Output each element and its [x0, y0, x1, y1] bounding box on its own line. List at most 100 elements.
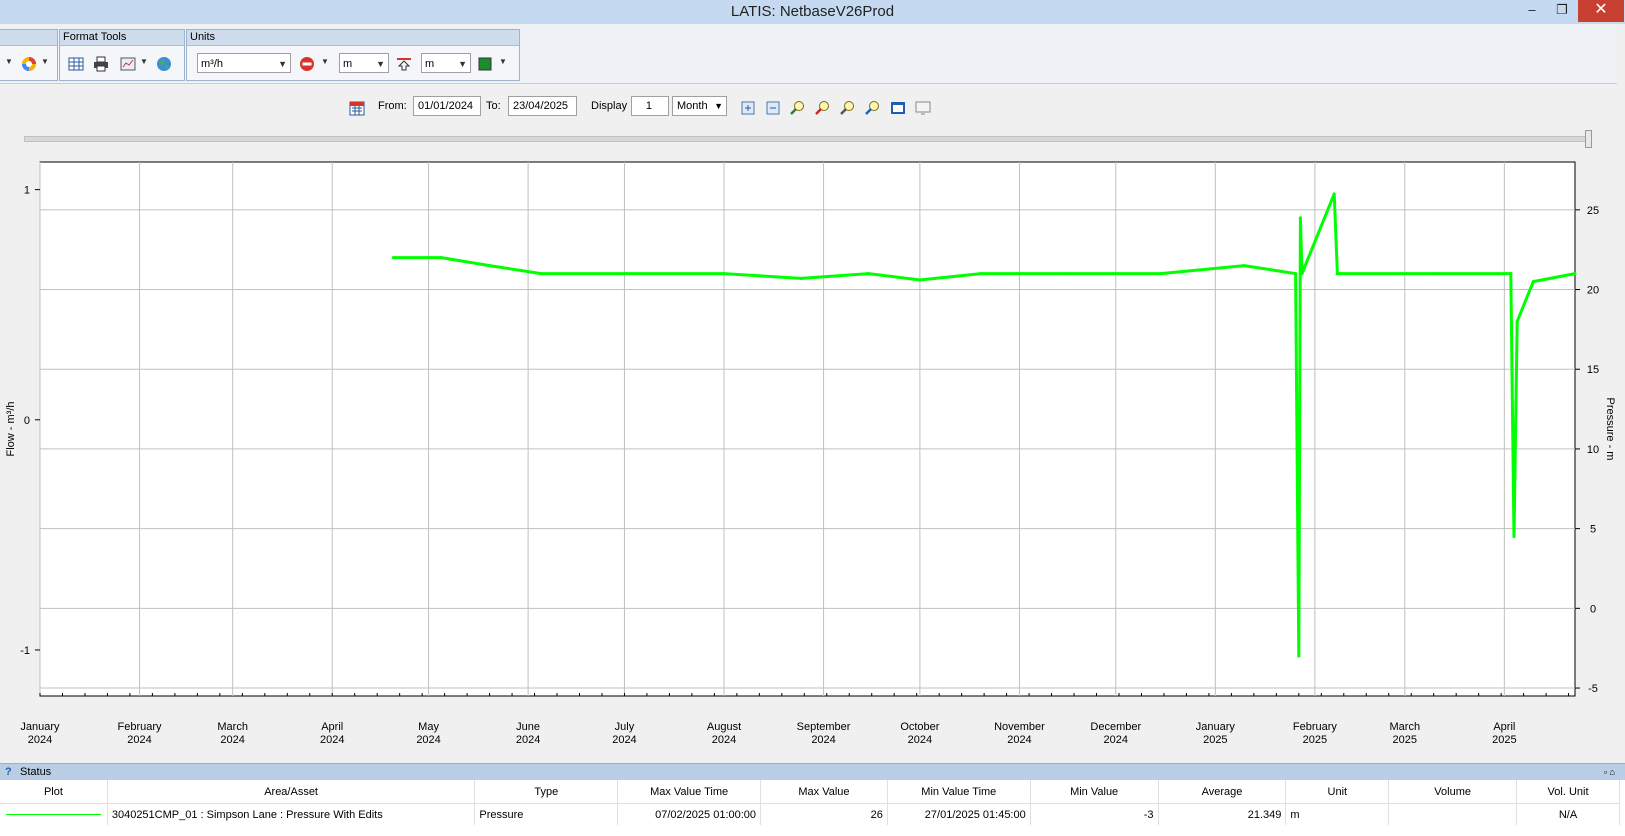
col-min-value-time[interactable]: Min Value Time: [887, 780, 1031, 804]
pressure-chart: January2024February2024March2024April202…: [5, 161, 1616, 746]
pressure-data-point: [1531, 280, 1535, 284]
zoom-in-icon[interactable]: [790, 100, 806, 116]
time-scroll-track[interactable]: [24, 136, 1588, 142]
x-tick-label-year: 2024: [320, 734, 344, 746]
x-tick-label-month: March: [217, 721, 248, 733]
x-tick-label-year: 2025: [1303, 734, 1327, 746]
min-value-cell: -3: [1030, 803, 1159, 825]
zoom-fit-icon[interactable]: [865, 100, 881, 116]
right-axis-tick-label: 10: [1587, 444, 1599, 456]
time-scroll-handle[interactable]: [1585, 130, 1592, 148]
format-tools-label: Format Tools: [60, 30, 184, 46]
col-max-value-time[interactable]: Max Value Time: [617, 780, 762, 804]
display-count-stepper[interactable]: 1: [631, 96, 669, 116]
col-type[interactable]: Type: [474, 780, 619, 804]
x-tick-label-year: 2024: [1007, 734, 1031, 746]
dropdown-arrow-icon[interactable]: ▼: [41, 57, 49, 66]
plot-swatch: [0, 803, 108, 825]
dropdown-arrow-icon[interactable]: ▼: [5, 57, 13, 66]
status-table: Plot Area/Asset Type Max Value Time Max …: [0, 780, 1620, 825]
flow-unit-select[interactable]: m³/h ▼: [197, 53, 291, 73]
left-axis-tick-label: -1: [20, 645, 30, 657]
calendar-icon[interactable]: [349, 100, 365, 116]
dropdown-arrow-icon[interactable]: ▼: [140, 57, 148, 66]
close-button[interactable]: ✕: [1578, 0, 1624, 22]
from-date-input[interactable]: 01/01/2024: [413, 96, 481, 116]
pressure-unit-value: m: [343, 58, 353, 70]
x-tick-label-month: August: [707, 721, 741, 733]
import-icon[interactable]: [765, 100, 781, 116]
chart-area: January 2024 February 2024 March 2024 April 202…: [0, 155, 1625, 760]
left-axis-tick-label: 0: [24, 415, 30, 427]
dropdown-arrow-icon[interactable]: ▼: [499, 57, 507, 66]
col-area-asset[interactable]: Area/Asset: [107, 780, 476, 804]
globe-icon[interactable]: [156, 56, 172, 72]
pressure-data-point: [622, 272, 626, 276]
to-date-input[interactable]: 23/04/2025: [508, 96, 577, 116]
window-view-icon[interactable]: [890, 100, 906, 116]
x-tick-label-month: April: [1493, 721, 1515, 733]
display-count-value: 1: [645, 100, 652, 112]
table-row[interactable]: 3040251CMP_01 : Simpson Lane : Pressure …: [0, 803, 1620, 825]
level-icon[interactable]: [396, 56, 412, 72]
pressure-data-point: [1242, 264, 1246, 268]
from-label: From:: [378, 100, 407, 112]
x-tick-label-year: 2025: [1492, 734, 1516, 746]
zoom-icon[interactable]: [840, 100, 856, 116]
col-max-value[interactable]: Max Value: [760, 780, 888, 804]
flow-unit-value: m³/h: [201, 58, 223, 70]
chevron-down-icon: ▼: [458, 59, 467, 69]
x-tick-label-year: 2024: [908, 734, 932, 746]
pin-icon[interactable]: ▫ ⌂: [1604, 764, 1615, 780]
x-tick-label-year: 2024: [127, 734, 151, 746]
color-wheel-icon[interactable]: [21, 56, 37, 72]
pressure-data-point: [1573, 272, 1577, 276]
asset-cell: 3040251CMP_01 : Simpson Lane : Pressure …: [107, 803, 476, 825]
help-icon[interactable]: ?: [5, 764, 12, 780]
x-tick-label-month: February: [1293, 721, 1338, 733]
x-tick-label-year: 2025: [1393, 734, 1417, 746]
table-grid-icon[interactable]: [68, 56, 84, 72]
screen-icon[interactable]: [915, 100, 931, 116]
pressure-data-point: [539, 272, 543, 276]
pressure-data-point: [1062, 272, 1066, 276]
no-entry-icon[interactable]: [299, 56, 315, 72]
dropdown-arrow-icon[interactable]: ▼: [321, 57, 329, 66]
pressure-data-point: [439, 256, 443, 260]
fill-color-icon[interactable]: [477, 56, 493, 72]
window-title: LATIS: NetbaseV26Prod: [730, 3, 895, 20]
x-tick-label-month: June: [516, 721, 540, 733]
zoom-out-icon[interactable]: [815, 100, 831, 116]
left-axis-tick-label: 1: [24, 185, 30, 197]
x-tick-label-year: 2024: [612, 734, 636, 746]
col-plot[interactable]: Plot: [0, 780, 108, 804]
ribbon-group-partial: ▼ ▼: [0, 29, 58, 81]
max-time-cell: 07/02/2025 01:00:00: [617, 803, 762, 825]
col-volume[interactable]: Volume: [1388, 780, 1518, 804]
plot-area: [39, 161, 1576, 697]
right-axis-tick-label: 15: [1587, 364, 1599, 376]
export-icon[interactable]: [740, 100, 756, 116]
status-panel: ? Status ▫ ⌂ Plot Area/Asset Type Max Va…: [0, 763, 1625, 836]
x-tick-label-month: April: [321, 721, 343, 733]
units-label: Units: [187, 30, 519, 46]
chart-settings-icon[interactable]: [120, 56, 136, 72]
min-time-cell: 27/01/2025 01:45:00: [887, 803, 1031, 825]
minimize-button[interactable]: –: [1515, 0, 1549, 22]
col-unit[interactable]: Unit: [1285, 780, 1390, 804]
level-unit-select[interactable]: m ▼: [421, 53, 471, 73]
restore-button[interactable]: ❐: [1545, 0, 1579, 22]
x-tick-label-year: 2024: [712, 734, 736, 746]
pressure-data-point: [1332, 192, 1336, 196]
period-select[interactable]: Month ▼: [672, 96, 727, 116]
print-icon[interactable]: [93, 56, 109, 72]
col-min-value[interactable]: Min Value: [1030, 780, 1159, 804]
pressure-data-point: [1432, 272, 1436, 276]
col-vol-unit[interactable]: Vol. Unit: [1516, 780, 1620, 804]
pressure-unit-select[interactable]: m ▼: [339, 53, 389, 73]
type-cell: Pressure: [474, 803, 619, 825]
pressure-data-point: [1300, 272, 1304, 276]
col-average[interactable]: Average: [1158, 780, 1287, 804]
ribbon-toolbar: ▼ ▼ Format Tools ▼ Units m³/h ▼ ▼ m ▼ m …: [0, 25, 1617, 84]
pressure-data-point: [867, 272, 871, 276]
